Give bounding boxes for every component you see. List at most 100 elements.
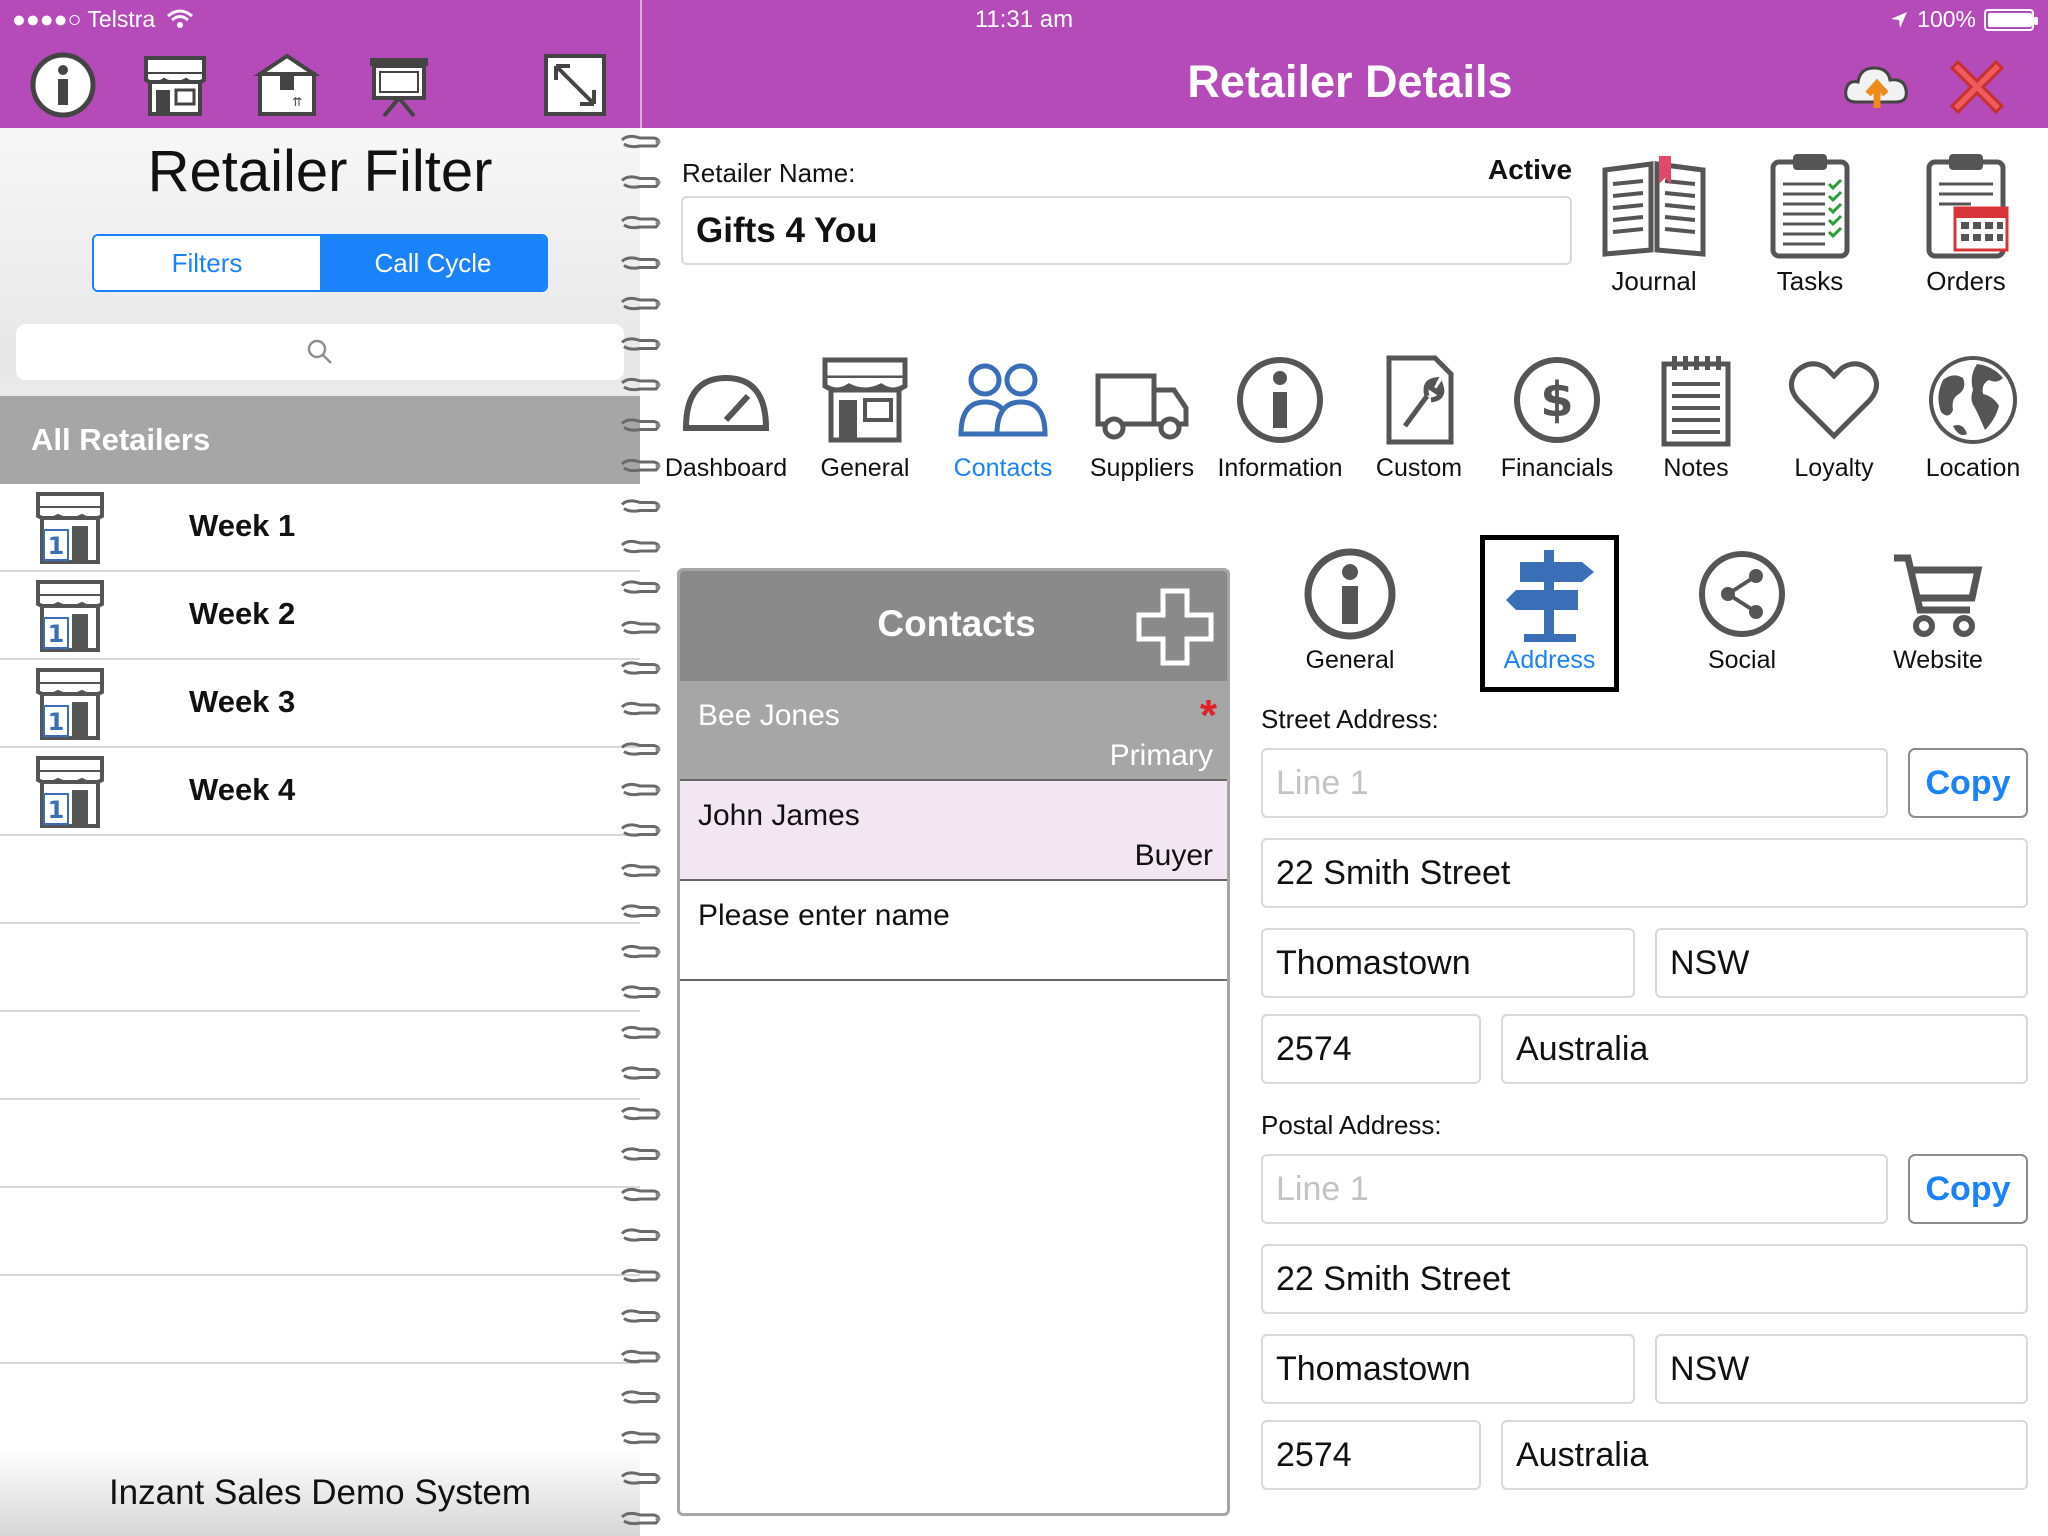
truck-icon (1095, 373, 1189, 440)
street-state-input[interactable]: NSW (1655, 928, 2028, 998)
segment-call-cycle[interactable]: Call Cycle (320, 236, 546, 290)
subtab-address[interactable]: Address (1480, 535, 1619, 692)
orders-button[interactable]: Orders (1896, 150, 2036, 297)
tab-custom[interactable]: Custom (1350, 350, 1488, 483)
spiral-ring (620, 1025, 661, 1040)
subtab-general[interactable]: General (1275, 544, 1425, 675)
share-icon (1699, 551, 1785, 637)
segment-filters[interactable]: Filters (94, 236, 320, 290)
tab-contacts[interactable]: Contacts (934, 350, 1072, 483)
postal-line1-input[interactable]: Line 1 (1261, 1154, 1888, 1224)
subtab-label: Website (1893, 646, 1983, 674)
contact-row-buyer[interactable]: John James Buyer (680, 781, 1227, 881)
street-country-input[interactable]: Australia (1501, 1014, 2028, 1084)
street-city-input[interactable]: Thomastown (1261, 928, 1635, 998)
location-arrow-icon (1891, 11, 1908, 28)
spiral-ring (620, 175, 661, 189)
journal-icon (1602, 156, 1706, 257)
list-item-week-1[interactable]: 1 Week 1 (0, 484, 640, 572)
store-calendar-icon: 1 (36, 668, 104, 740)
tab-notes[interactable]: Notes (1627, 350, 1765, 483)
header-divider (640, 0, 642, 128)
street-line1-input[interactable]: Line 1 (1261, 748, 1888, 818)
battery-fill (1988, 12, 2032, 27)
postal-copy-button[interactable]: Copy (1908, 1154, 2028, 1224)
spiral-ring (620, 1147, 661, 1161)
subtab-social[interactable]: Social (1667, 544, 1817, 675)
spiral-ring (620, 418, 661, 432)
spiral-ring (620, 1106, 661, 1121)
spiral-ring (620, 904, 661, 918)
spiral-ring (620, 296, 661, 311)
street-postcode-input[interactable]: 2574 (1261, 1014, 1481, 1084)
contact-row-new[interactable]: Please enter name (680, 881, 1227, 981)
empty-row (0, 1276, 640, 1364)
retailer-name-field[interactable]: Gifts 4 You (681, 196, 1572, 265)
primary-star-icon: * (1199, 691, 1217, 740)
info-icon[interactable] (28, 50, 98, 120)
status-badge[interactable]: Active (1488, 154, 1572, 186)
expand-icon[interactable] (540, 50, 610, 120)
spiral-ring (620, 1430, 661, 1445)
shopping-cart-icon (1894, 554, 1983, 637)
battery-percent: 100% (1917, 6, 1976, 32)
contact-name: Please enter name (698, 899, 950, 932)
spiral-ring (620, 1228, 661, 1242)
footer-system-name: Inzant Sales Demo System (0, 1450, 640, 1536)
postal-line2-input[interactable]: 22 Smith Street (1261, 1244, 2028, 1314)
subtab-website[interactable]: Website (1863, 544, 2013, 675)
empty-row (0, 924, 640, 1012)
orders-label: Orders (1926, 266, 2006, 296)
postal-city-input[interactable]: Thomastown (1261, 1334, 1635, 1404)
journal-button[interactable]: Journal (1584, 150, 1724, 297)
retailer-filter-panel: Retailer Filter Filters Call Cycle All R… (0, 128, 640, 1536)
close-icon[interactable] (1942, 52, 2012, 122)
tab-label: Dashboard (664, 454, 788, 482)
tab-label: Loyalty (1794, 454, 1874, 482)
tasks-label: Tasks (1776, 266, 1844, 296)
tab-location[interactable]: Location (1904, 350, 2042, 483)
info-icon (1304, 548, 1396, 640)
tab-information[interactable]: Information (1211, 350, 1349, 483)
tasks-button[interactable]: Tasks (1740, 150, 1880, 297)
cloud-upload-icon[interactable] (1842, 56, 1912, 116)
store-calendar-icon: 1 (36, 580, 104, 652)
street-copy-button[interactable]: Copy (1908, 748, 2028, 818)
street-line2-input[interactable]: 22 Smith Street (1261, 838, 2028, 908)
warehouse-box-icon[interactable]: ⇈ (252, 50, 322, 120)
postal-state-input[interactable]: NSW (1655, 1334, 2028, 1404)
contact-row-primary[interactable]: Bee Jones * Primary (680, 681, 1227, 781)
spiral-ring (620, 1349, 661, 1364)
spiral-ring (620, 256, 661, 270)
spiral-ring (620, 1511, 661, 1526)
presentation-icon[interactable] (364, 50, 434, 120)
postal-country-input[interactable]: Australia (1501, 1420, 2028, 1490)
list-item-label: Week 4 (189, 772, 296, 807)
postal-postcode-input[interactable]: 2574 (1261, 1420, 1481, 1490)
globe-icon (1929, 356, 2017, 444)
tab-dashboard[interactable]: Dashboard (657, 350, 795, 483)
postal-address-label: Postal Address: (1261, 1110, 1442, 1140)
tab-label: Contacts (953, 454, 1053, 482)
dashboard-gauge-icon (682, 374, 770, 431)
spiral-ring (620, 1187, 661, 1202)
tab-loyalty[interactable]: Loyalty (1765, 350, 1903, 483)
list-item-label: Week 3 (189, 684, 296, 719)
list-item-week-4[interactable]: 1 Week 4 (0, 748, 640, 836)
tab-suppliers[interactable]: Suppliers (1073, 350, 1211, 483)
tab-label: General (820, 454, 910, 482)
spiral-ring (620, 1268, 661, 1283)
search-input[interactable] (16, 324, 624, 380)
spiral-ring (620, 1309, 661, 1323)
heart-icon (1789, 361, 1879, 440)
list-item-week-2[interactable]: 1 Week 2 (0, 572, 640, 660)
tab-general[interactable]: General (796, 350, 934, 483)
tab-label: Location (1925, 454, 2021, 482)
add-contact-plus-icon[interactable] (1135, 587, 1215, 667)
list-item-week-3[interactable]: 1 Week 3 (0, 660, 640, 748)
section-header-all-retailers[interactable]: All Retailers (0, 396, 640, 484)
store-icon[interactable] (140, 50, 210, 120)
store-badge: 1 (48, 620, 65, 648)
info-icon (1237, 357, 1323, 443)
tab-financials[interactable]: $ Financials (1488, 350, 1626, 483)
